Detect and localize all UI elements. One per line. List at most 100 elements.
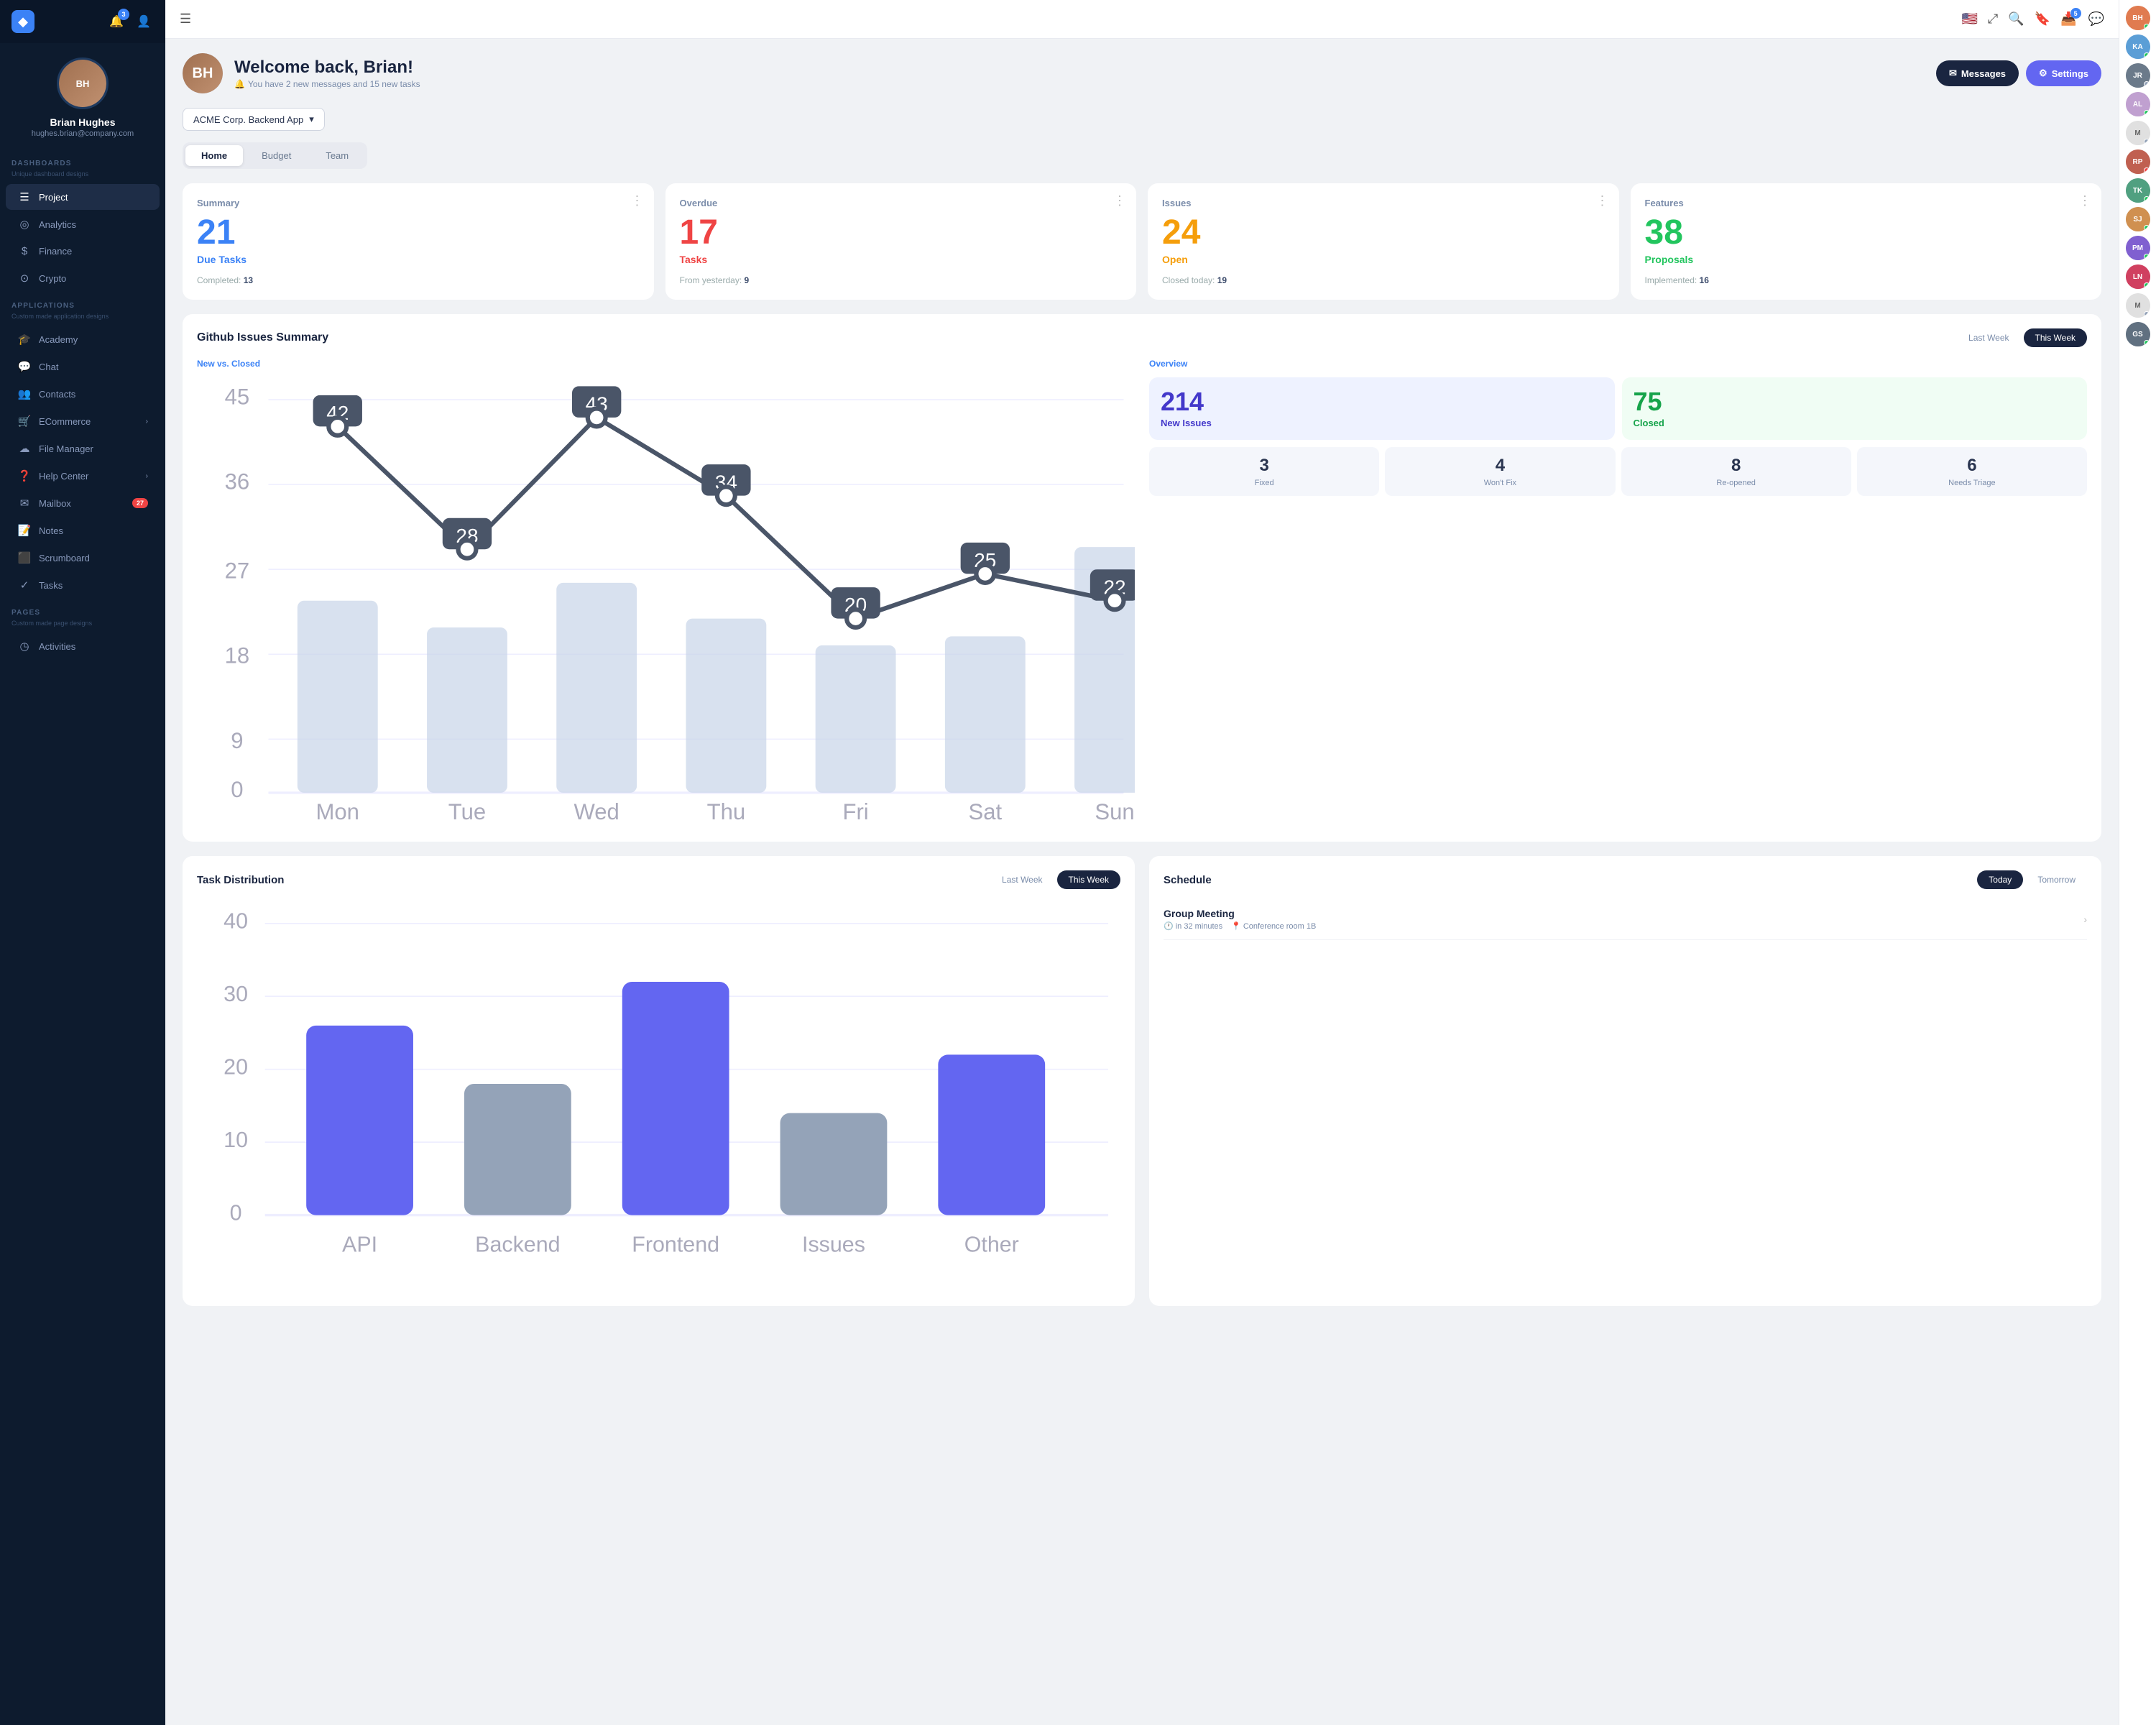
settings-button[interactable]: ⚙ Settings	[2026, 60, 2101, 86]
svg-text:Other: Other	[964, 1233, 1019, 1257]
sidebar-item-file-manager[interactable]: ☁ File Manager	[6, 436, 160, 461]
svg-text:9: 9	[231, 728, 243, 753]
svg-text:Backend: Backend	[475, 1233, 560, 1257]
profile-section: BH Brian Hughes hughes.brian@company.com	[0, 43, 165, 150]
schedule-arrow-icon[interactable]: ›	[2083, 914, 2087, 925]
overview-top: 214 New Issues 75 Closed	[1149, 377, 2087, 440]
right-user-avatar[interactable]: AL	[2126, 92, 2150, 116]
sidebar-item-crypto[interactable]: ⊙ Crypto	[6, 265, 160, 291]
app-selector[interactable]: ACME Corp. Backend App ▾	[183, 108, 325, 131]
card-menu-icon[interactable]: ⋮	[631, 193, 644, 208]
today-button[interactable]: Today	[1977, 870, 2023, 889]
card-menu-icon[interactable]: ⋮	[1113, 193, 1126, 208]
right-user-avatar[interactable]: M	[2126, 121, 2150, 145]
tab-home[interactable]: Home	[185, 145, 243, 166]
sidebar-item-finance[interactable]: $ Finance	[6, 239, 160, 264]
task-this-week-button[interactable]: This Week	[1057, 870, 1120, 889]
new-issues-label: New Issues	[1161, 418, 1212, 428]
sidebar-item-label: Notes	[39, 525, 63, 536]
overview-bottom: 3 Fixed 4 Won't Fix 8 Re-opened 6	[1149, 447, 2087, 496]
tab-team[interactable]: Team	[310, 145, 364, 166]
task-distribution-header: Task Distribution Last Week This Week	[197, 870, 1120, 889]
messages-button[interactable]: ✉ Messages	[1936, 60, 2019, 86]
ecommerce-arrow-icon: ›	[146, 418, 148, 426]
flag-icon[interactable]: 🇺🇸	[1961, 12, 1977, 27]
svg-text:0: 0	[231, 777, 243, 802]
right-user-avatar[interactable]: TK	[2126, 178, 2150, 203]
right-user-avatar[interactable]: LN	[2126, 264, 2150, 289]
hamburger-menu-icon[interactable]: ☰	[180, 12, 191, 27]
right-user-avatar[interactable]: JR	[2126, 63, 2150, 88]
sidebar-item-project[interactable]: ☰ Project	[6, 184, 160, 210]
chart-label: New vs. Closed	[197, 359, 1135, 369]
user-profile-icon[interactable]: 👤	[134, 12, 154, 32]
chart-left: New vs. Closed 45 36 27 18 9 0	[197, 359, 1135, 827]
app-logo-icon[interactable]: ◆	[11, 10, 34, 33]
right-panel: BH KA JR AL M RP TK SJ PM LN M GS	[2119, 0, 2156, 1725]
applications-section-label: APPLICATIONS	[0, 292, 165, 313]
content-area: BH Welcome back, Brian! 🔔 You have 2 new…	[165, 39, 2119, 1725]
envelope-icon: ✉	[1949, 68, 1957, 79]
finance-icon: $	[17, 245, 32, 257]
reopened-card: 8 Re-opened	[1621, 447, 1851, 496]
overview-panel: Overview 214 New Issues 75 Closed	[1149, 359, 2087, 827]
stat-label: Proposals	[1645, 254, 2088, 265]
dashboards-section-label: DASHBOARDS	[0, 150, 165, 170]
sidebar-item-analytics[interactable]: ◎ Analytics	[6, 211, 160, 237]
stat-title: Overdue	[680, 198, 1123, 208]
bottom-grid: Task Distribution Last Week This Week 40…	[183, 856, 2101, 1306]
sidebar-item-chat[interactable]: 💬 Chat	[6, 354, 160, 380]
messages-icon[interactable]: 💬	[2088, 12, 2104, 27]
fullscreen-icon[interactable]: ⤢	[1988, 12, 1998, 27]
sidebar-item-help-center[interactable]: ❓ Help Center ›	[6, 463, 160, 489]
stat-number: 17	[680, 214, 1123, 252]
online-indicator	[2144, 52, 2150, 58]
this-week-button[interactable]: This Week	[2024, 328, 2087, 347]
schedule-header: Schedule Today Tomorrow	[1164, 870, 2087, 889]
right-user-avatar[interactable]: RP	[2126, 150, 2150, 174]
app-selector-label: ACME Corp. Backend App	[193, 114, 303, 125]
card-menu-icon[interactable]: ⋮	[2078, 193, 2091, 208]
overview-label: Overview	[1149, 359, 2087, 369]
sidebar-item-academy[interactable]: 🎓 Academy	[6, 326, 160, 352]
sidebar-item-tasks[interactable]: ✓ Tasks	[6, 572, 160, 598]
right-user-avatar[interactable]: PM	[2126, 236, 2150, 260]
task-last-week-button[interactable]: Last Week	[990, 870, 1054, 889]
stat-title: Issues	[1162, 198, 1605, 208]
crypto-icon: ⊙	[17, 272, 32, 285]
tomorrow-button[interactable]: Tomorrow	[2026, 870, 2087, 889]
online-indicator	[2144, 196, 2150, 202]
notifications-button[interactable]: 🔔 3	[106, 12, 126, 32]
right-user-avatar[interactable]: SJ	[2126, 207, 2150, 231]
sidebar-item-notes[interactable]: 📝 Notes	[6, 518, 160, 543]
sidebar-item-contacts[interactable]: 👥 Contacts	[6, 381, 160, 407]
welcome-header: BH Welcome back, Brian! 🔔 You have 2 new…	[183, 53, 2101, 93]
task-distribution-card: Task Distribution Last Week This Week 40…	[183, 856, 1135, 1306]
project-icon: ☰	[17, 190, 32, 203]
right-user-avatar[interactable]: GS	[2126, 322, 2150, 346]
sidebar-item-mailbox[interactable]: ✉ Mailbox 27	[6, 490, 160, 516]
last-week-button[interactable]: Last Week	[1957, 328, 2020, 347]
sidebar-item-scrumboard[interactable]: ⬛ Scrumboard	[6, 545, 160, 571]
sidebar-item-ecommerce[interactable]: 🛒 ECommerce ›	[6, 408, 160, 434]
sidebar-item-activities[interactable]: ◷ Activities	[6, 633, 160, 659]
search-icon[interactable]: 🔍	[2008, 12, 2024, 27]
pages-section-label: PAGES	[0, 599, 165, 620]
right-user-avatar[interactable]: KA	[2126, 34, 2150, 59]
fixed-card: 3 Fixed	[1149, 447, 1379, 496]
right-user-avatar[interactable]: M	[2126, 293, 2150, 318]
bookmark-icon[interactable]: 🔖	[2035, 12, 2050, 27]
charts-inner: New vs. Closed 45 36 27 18 9 0	[197, 359, 2087, 827]
chevron-down-icon: ▾	[309, 114, 314, 125]
tab-budget[interactable]: Budget	[246, 145, 307, 166]
fixed-number: 3	[1259, 456, 1268, 476]
right-user-avatar[interactable]: BH	[2126, 6, 2150, 30]
new-issues-number: 214	[1161, 389, 1204, 415]
location-icon: 📍 Conference room 1B	[1231, 921, 1316, 931]
online-indicator	[2144, 110, 2150, 116]
card-menu-icon[interactable]: ⋮	[1596, 193, 1609, 208]
svg-text:20: 20	[224, 1055, 248, 1080]
svg-text:30: 30	[224, 982, 248, 1006]
inbox-icon[interactable]: 📥 5	[2060, 12, 2076, 27]
sidebar-item-label: Help Center	[39, 471, 88, 482]
